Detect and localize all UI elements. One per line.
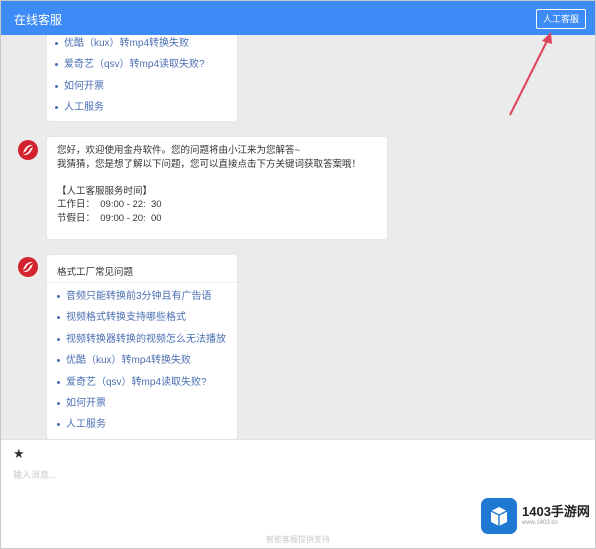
site-watermark: 1403手游网 www.1403.cn — [481, 498, 591, 534]
composer: ★ 智能客服提供支持 1403手游网 www.1403.cn — [1, 439, 595, 548]
watermark-url: www.1403.cn — [522, 520, 558, 526]
faq-link[interactable]: 爱奇艺（qsv）转mp4读取失败? — [55, 54, 229, 75]
faq-link[interactable]: 如何开票 — [55, 76, 229, 97]
chat-window: 在线客服 人工客服 优酷（kux）转mp4转换失败 爱奇艺（qsv）转mp4读取… — [0, 0, 596, 549]
bot-avatar-icon — [18, 140, 38, 160]
faq-link[interactable]: 爱奇艺（qsv）转mp4读取失败? — [57, 372, 226, 393]
message-input[interactable] — [11, 466, 315, 484]
watermark-name: 1403手游网 — [522, 504, 590, 519]
powered-by-text: 智能客服提供支持 — [266, 535, 330, 544]
star-icon[interactable]: ★ — [13, 446, 25, 462]
faq-link[interactable]: 优酷（kux）转mp4转换失败 — [55, 35, 229, 54]
faq-link[interactable]: 人工服务 — [55, 97, 229, 118]
divider — [47, 282, 237, 283]
chat-header: 在线客服 人工客服 — [1, 1, 595, 35]
faq-link[interactable]: 视频格式转换支持哪些格式 — [57, 307, 226, 328]
faq-link[interactable]: 人工服务 — [57, 414, 226, 435]
welcome-text: 您好，欢迎使用金舟软件。您的问题将由小江来为您解答~ 我猜猜，您是想了解以下问题… — [57, 145, 362, 224]
faq-link[interactable]: 音频只能转换前3分钟且有广告语 — [57, 286, 226, 307]
faq-bubble: 格式工厂常见问题 音频只能转换前3分钟且有广告语 视频格式转换支持哪些格式 视频… — [47, 255, 237, 439]
previous-faq-bubble: 优酷（kux）转mp4转换失败 爱奇艺（qsv）转mp4读取失败? 如何开票 人… — [47, 35, 237, 121]
faq-link[interactable]: 视频转换器转换的视频怎么无法播放 — [57, 329, 226, 350]
faq-link[interactable]: 优酷（kux）转mp4转换失败 — [57, 350, 226, 371]
faq-link[interactable]: 如何开票 — [57, 393, 226, 414]
bot-avatar-icon — [18, 257, 38, 277]
watermark-logo-icon — [481, 498, 517, 534]
message-list[interactable]: 优酷（kux）转mp4转换失败 爱奇艺（qsv）转mp4读取失败? 如何开票 人… — [1, 35, 595, 439]
welcome-bubble: 您好，欢迎使用金舟软件。您的问题将由小江来为您解答~ 我猜猜，您是想了解以下问题… — [47, 137, 387, 239]
human-agent-button[interactable]: 人工客服 — [535, 9, 586, 29]
chat-title: 在线客服 — [14, 13, 63, 27]
faq-title: 格式工厂常见问题 — [57, 267, 134, 278]
